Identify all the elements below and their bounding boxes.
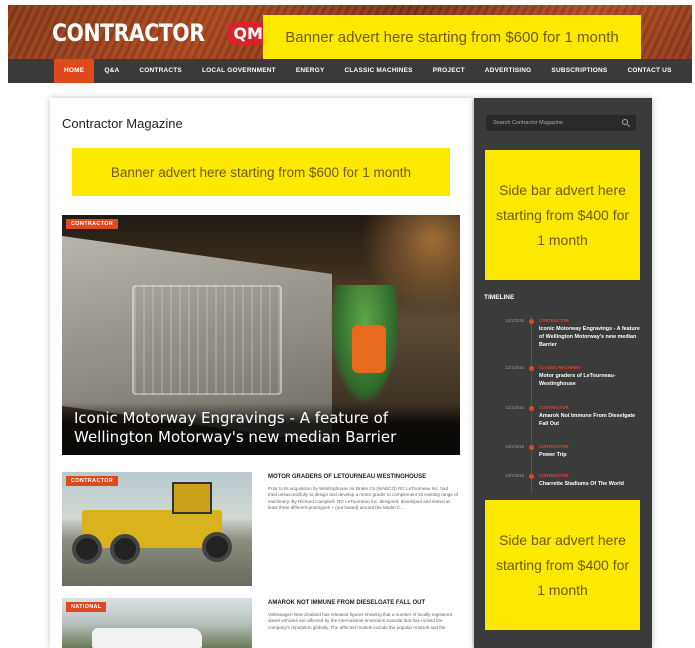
search-input[interactable]: Search Contractor Magazine <box>486 115 636 131</box>
nav-item-contracts[interactable]: CONTRACTS <box>129 59 192 83</box>
nav-item-energy[interactable]: ENERGY <box>286 59 335 83</box>
article-category-badge[interactable]: NATIONAL <box>66 602 107 612</box>
nav-item-local-government[interactable]: LOCAL GOVERNMENT <box>192 59 286 83</box>
hero-image-engraving <box>132 285 282 395</box>
timeline-category[interactable]: CONTRACTOR <box>539 473 569 478</box>
hero-image-vest <box>352 325 386 373</box>
nav-item-home[interactable]: HOME <box>54 59 95 83</box>
hero-article[interactable]: CONTRACTOR Iconic Motorway Engravings - … <box>62 215 460 455</box>
article-title[interactable]: MOTOR GRADERS OF LETOURNEAU WESTINGHOUSE <box>268 474 426 480</box>
nav-item-project[interactable]: PROJECT <box>423 59 475 83</box>
timeline-title[interactable]: Amarok Not Immune From Dieselgate Fall O… <box>539 412 644 428</box>
timeline-title[interactable]: Iconic Motorway Engravings - A feature o… <box>539 325 644 349</box>
sidebar: Search Contractor Magazine Side bar adve… <box>474 98 652 648</box>
timeline-dot-icon <box>529 445 534 450</box>
timeline-line <box>531 316 532 494</box>
content-banner-ad[interactable]: Banner advert here starting from $600 fo… <box>72 148 450 196</box>
search-icon[interactable] <box>622 119 628 125</box>
nav-item-classic-machines[interactable]: CLASSIC MACHINES <box>334 59 422 83</box>
timeline-title[interactable]: Motor graders of LeTourneau-Westinghouse <box>539 372 644 388</box>
article-card: CONTRACTOR MOTOR GRADERS OF LETOURNEAU W… <box>62 472 460 586</box>
timeline-category[interactable]: CONTRACTOR <box>539 318 569 323</box>
timeline-date: 12/1/2016 <box>505 318 524 323</box>
timeline-date: 10/1/2016 <box>505 444 524 449</box>
hero-category-badge[interactable]: CONTRACTOR <box>66 219 119 229</box>
hero-title[interactable]: Iconic Motorway Engravings - A feature o… <box>62 403 460 455</box>
timeline-title[interactable]: Charrette Stadiums Of The World <box>539 480 644 488</box>
timeline-heading: TIMELINE <box>484 294 515 301</box>
timeline-dot-icon <box>529 319 534 324</box>
main-content: Contractor Magazine Banner advert here s… <box>50 98 472 648</box>
grader-wheel-shape <box>72 534 102 564</box>
article-title[interactable]: AMAROK NOT IMMUNE FROM DIESELGATE FALL O… <box>268 600 425 606</box>
timeline-date: 11/1/2016 <box>505 405 524 410</box>
nav-item-subscriptions[interactable]: SUBSCRIPTIONS <box>541 59 617 83</box>
timeline-dot-icon <box>529 474 534 479</box>
car-body-shape <box>92 628 202 648</box>
timeline-category[interactable]: CONTRACTOR <box>539 405 569 410</box>
main-nav: HOME Q&A CONTRACTS LOCAL GOVERNMENT ENER… <box>8 59 692 83</box>
sidebar-ad[interactable]: Side bar advert here starting from $400 … <box>485 150 640 280</box>
page: CONTRACTOR QM Banner advert here startin… <box>0 0 695 648</box>
nav-item-contact-us[interactable]: CONTACT US <box>617 59 681 83</box>
timeline-date: 10/1/2016 <box>505 473 524 478</box>
site-logo[interactable]: CONTRACTOR QM <box>52 19 269 47</box>
timeline-dot-icon <box>529 406 534 411</box>
timeline-category[interactable]: CONTRACTOR <box>539 444 569 449</box>
article-excerpt: Volkswagen New Zealand has released figu… <box>268 612 453 630</box>
grader-wheel-shape <box>110 534 140 564</box>
article-thumbnail[interactable]: CONTRACTOR <box>62 472 252 586</box>
page-title: Contractor Magazine <box>62 116 183 131</box>
logo-text: CONTRACTOR <box>52 19 205 47</box>
article-thumbnail[interactable]: NATIONAL <box>62 598 252 648</box>
site-header: CONTRACTOR QM Banner advert here startin… <box>8 5 692 59</box>
timeline-dot-icon <box>529 366 534 371</box>
sidebar-ad[interactable]: Side bar advert here starting from $400 … <box>485 500 640 630</box>
article-category-badge[interactable]: CONTRACTOR <box>66 476 119 486</box>
timeline-category[interactable]: CLASSIC MACHINES <box>539 365 581 370</box>
grader-wheel-shape <box>202 532 232 562</box>
timeline-title[interactable]: Power Trip <box>539 451 644 459</box>
header-banner-ad[interactable]: Banner advert here starting from $600 fo… <box>263 15 641 59</box>
grader-cab-shape <box>172 482 212 514</box>
grader-body-shape <box>82 510 222 548</box>
timeline-date: 12/1/2016 <box>505 365 524 370</box>
article-card: NATIONAL AMAROK NOT IMMUNE FROM DIESELGA… <box>62 598 460 648</box>
nav-item-qa[interactable]: Q&A <box>94 59 129 83</box>
search-placeholder: Search Contractor Magazine <box>493 120 564 126</box>
article-excerpt: Prior to its acquisition by Westinghouse… <box>268 486 458 511</box>
nav-item-advertising[interactable]: ADVERTISING <box>475 59 542 83</box>
